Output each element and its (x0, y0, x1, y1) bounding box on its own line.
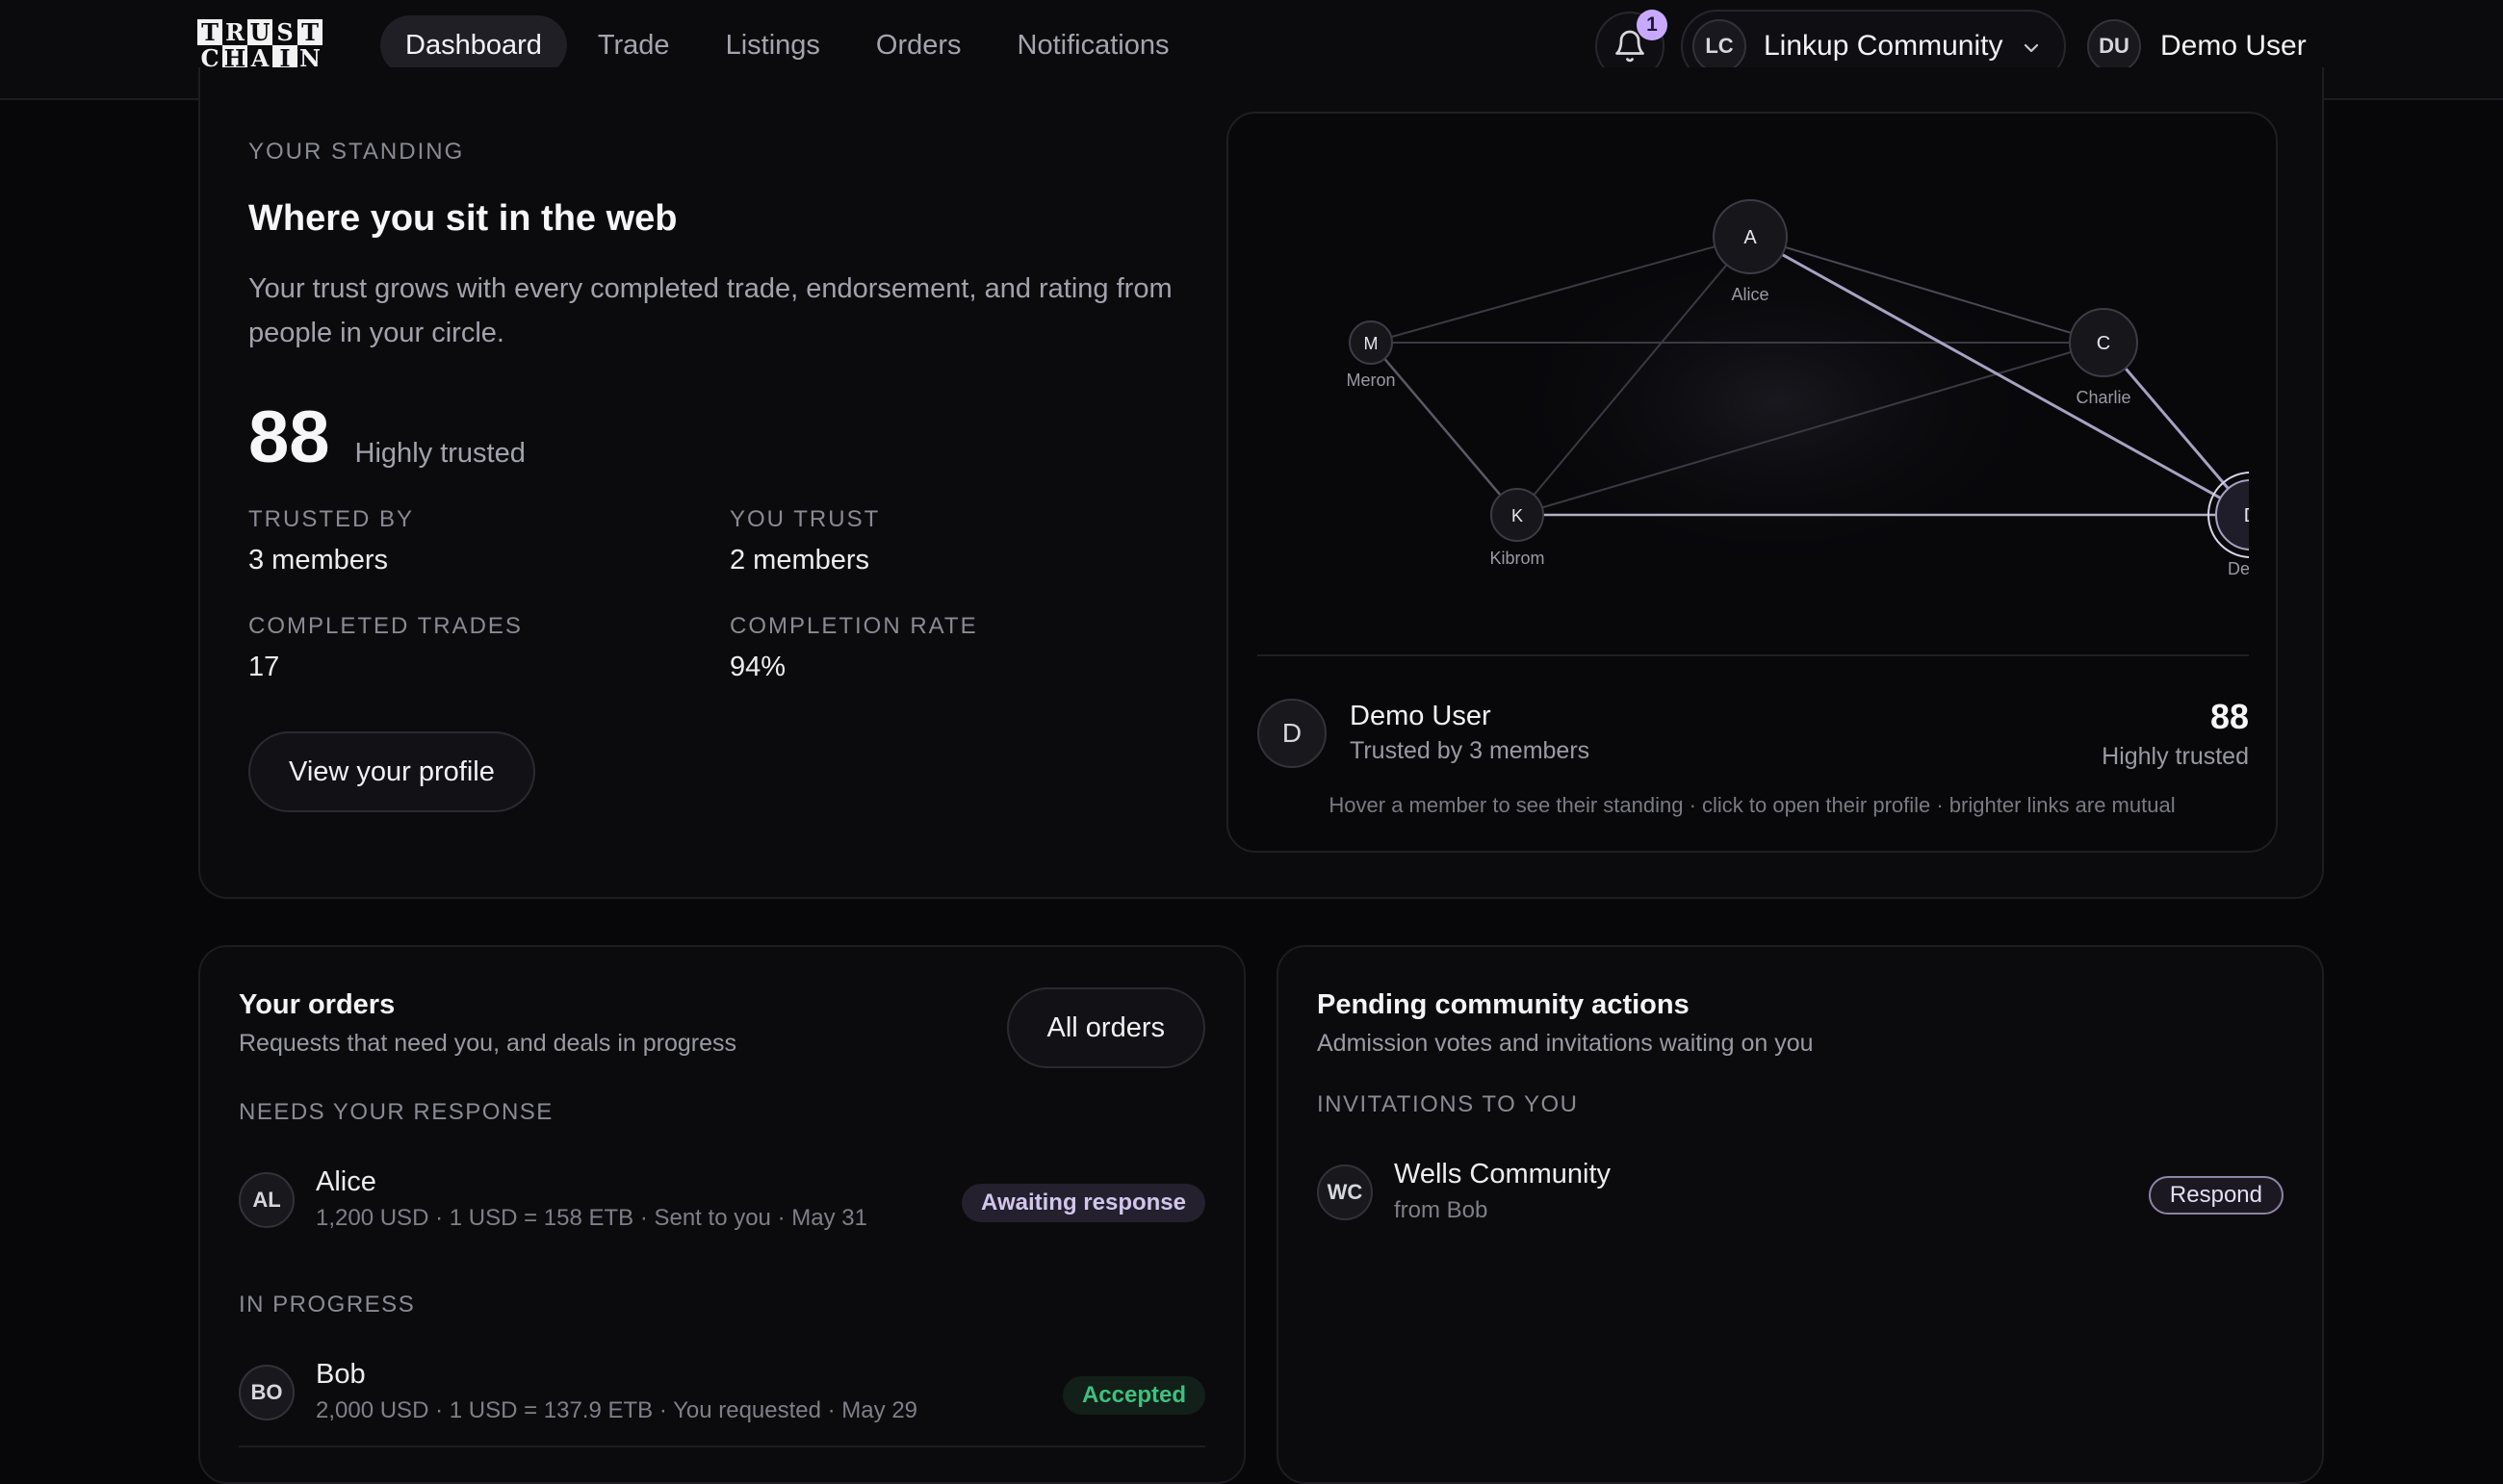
logo-letter: S (276, 17, 294, 46)
logo-letter: T (297, 19, 323, 45)
node-letter: C (2097, 333, 2110, 354)
graph-hint: Hover a member to see their standing · c… (1329, 793, 2176, 817)
nav-dashboard[interactable]: Dashboard (380, 15, 567, 75)
stat-label: YOU TRUST (730, 506, 881, 532)
node-letter: M (1364, 334, 1379, 353)
standing-title: Where you sit in the web (248, 198, 678, 239)
standing-card: YOUR STANDING Where you sit in the web Y… (198, 67, 2324, 899)
orders-title: Your orders (239, 989, 396, 1020)
selected-member-subtitle: Trusted by 3 members (1350, 737, 1590, 764)
needs-response-label: NEEDS YOUR RESPONSE (239, 1099, 554, 1125)
status-badge: Awaiting response (962, 1184, 1205, 1222)
node-kibrom[interactable]: K Kibrom (1489, 488, 1545, 568)
invitation-avatar: WC (1317, 1164, 1373, 1220)
invitation-row[interactable]: WC Wells Community from Bob Respond (1317, 1153, 2284, 1230)
stat-label: COMPLETED TRADES (248, 613, 523, 639)
stat-value: 94% (730, 652, 787, 682)
user-name: Demo User (2160, 30, 2307, 62)
row-divider (239, 1446, 1205, 1447)
invitation-from: from Bob (1394, 1197, 1488, 1223)
main-nav: Dashboard Trade Listings Orders Notifica… (380, 15, 1195, 75)
stat-value: 17 (248, 652, 280, 682)
order-row[interactable]: BO Bob 2,000 USD · 1 USD = 137.9 ETB · Y… (239, 1353, 1205, 1430)
order-detail: 1,200 USD · 1 USD = 158 ETB · Sent to yo… (316, 1205, 867, 1231)
order-row[interactable]: AL Alice 1,200 USD · 1 USD = 158 ETB · S… (239, 1161, 1205, 1238)
node-letter: K (1511, 506, 1523, 525)
standing-summary: YOUR STANDING Where you sit in the web Y… (248, 139, 1355, 812)
community-avatar: LC (1692, 19, 1746, 73)
in-progress-label: IN PROGRESS (239, 1292, 416, 1318)
selected-member-summary: D Demo User Trusted by 3 members 88 High… (1257, 695, 2249, 772)
nav-notifications[interactable]: Notifications (993, 15, 1195, 75)
orders-card: Your orders Requests that need you, and … (198, 945, 1246, 1484)
trust-score-value: 88 (248, 397, 330, 478)
pending-actions-card: Pending community actions Admission vote… (1277, 945, 2324, 1484)
community-name: Linkup Community (1764, 30, 2003, 62)
respond-button[interactable]: Respond (2148, 1176, 2284, 1215)
order-counterparty: Alice (316, 1166, 376, 1197)
logo-letter: R (225, 17, 245, 46)
standing-stats: TRUSTED BY 3 members YOU TRUST 2 members… (248, 506, 1355, 683)
nav-orders[interactable]: Orders (851, 15, 987, 75)
stat-label: COMPLETION RATE (730, 613, 978, 639)
order-avatar: BO (239, 1365, 295, 1420)
selected-member-score-label: Highly trusted (2102, 743, 2249, 770)
order-detail: 2,000 USD · 1 USD = 137.9 ETB · You requ… (316, 1397, 918, 1423)
stat-completion-rate: COMPLETION RATE 94% (730, 613, 1211, 683)
stat-value: 2 members (730, 545, 870, 576)
stat-trusted-by: TRUSTED BY 3 members (248, 506, 730, 576)
all-orders-button[interactable]: All orders (1006, 987, 1205, 1068)
chevron-down-icon (2024, 43, 2039, 53)
node-label: Charlie (2076, 388, 2130, 407)
trust-web-graph[interactable]: A Alice C Charlie M Meron K Kibrom De (1257, 114, 2249, 656)
standing-eyebrow: YOUR STANDING (248, 139, 465, 165)
trust-web-graph-panel: A Alice C Charlie M Meron K Kibrom De D … (1226, 112, 2278, 853)
selected-member-avatar: D (1257, 699, 1327, 768)
stat-label: TRUSTED BY (248, 506, 415, 532)
pending-subtitle: Admission votes and invitations waiting … (1317, 1030, 1814, 1057)
node-demo-selected[interactable]: D Demo (2207, 472, 2249, 578)
invitation-community: Wells Community (1394, 1159, 1612, 1190)
node-label: Kibrom (1489, 549, 1544, 568)
selected-member-name: Demo User (1350, 701, 1491, 731)
stat-value: 3 members (248, 545, 389, 576)
logo-letter: T (197, 19, 222, 45)
view-profile-button[interactable]: View your profile (248, 731, 535, 812)
pending-title: Pending community actions (1317, 989, 1690, 1020)
order-counterparty: Bob (316, 1359, 366, 1390)
selected-member-score: 88 (2209, 697, 2249, 736)
node-label: Meron (1346, 371, 1395, 390)
trustchain-logo[interactable]: T R U S T C H A I N (197, 19, 323, 71)
order-avatar: AL (239, 1172, 295, 1228)
nav-listings[interactable]: Listings (701, 15, 845, 75)
node-meron[interactable]: M Meron (1346, 320, 1396, 390)
user-avatar: DU (2087, 19, 2141, 73)
trust-score: 88 Highly trusted (248, 396, 1355, 479)
standing-description: Your trust grows with every completed tr… (248, 273, 1173, 348)
status-badge: Accepted (1062, 1376, 1205, 1415)
notification-count-badge: 1 (1637, 10, 1667, 40)
node-label: Demo (2228, 559, 2249, 578)
node-letter: D (2244, 505, 2249, 526)
user-menu[interactable]: DU Demo User (2087, 19, 2307, 73)
trust-score-label: Highly trusted (354, 438, 526, 469)
stat-completed-trades: COMPLETED TRADES 17 (248, 613, 730, 683)
node-charlie[interactable]: C Charlie (2069, 308, 2138, 407)
logo-letter: U (247, 19, 272, 45)
node-label: Alice (1731, 285, 1768, 304)
stat-you-trust: YOU TRUST 2 members (730, 506, 1211, 576)
invitations-label: INVITATIONS TO YOU (1317, 1091, 1579, 1117)
node-letter: A (1743, 227, 1757, 248)
orders-subtitle: Requests that need you, and deals in pro… (239, 1030, 737, 1057)
nav-trade[interactable]: Trade (573, 15, 695, 75)
trust-web-svg: A Alice C Charlie M Meron K Kibrom De (1346, 199, 2249, 578)
